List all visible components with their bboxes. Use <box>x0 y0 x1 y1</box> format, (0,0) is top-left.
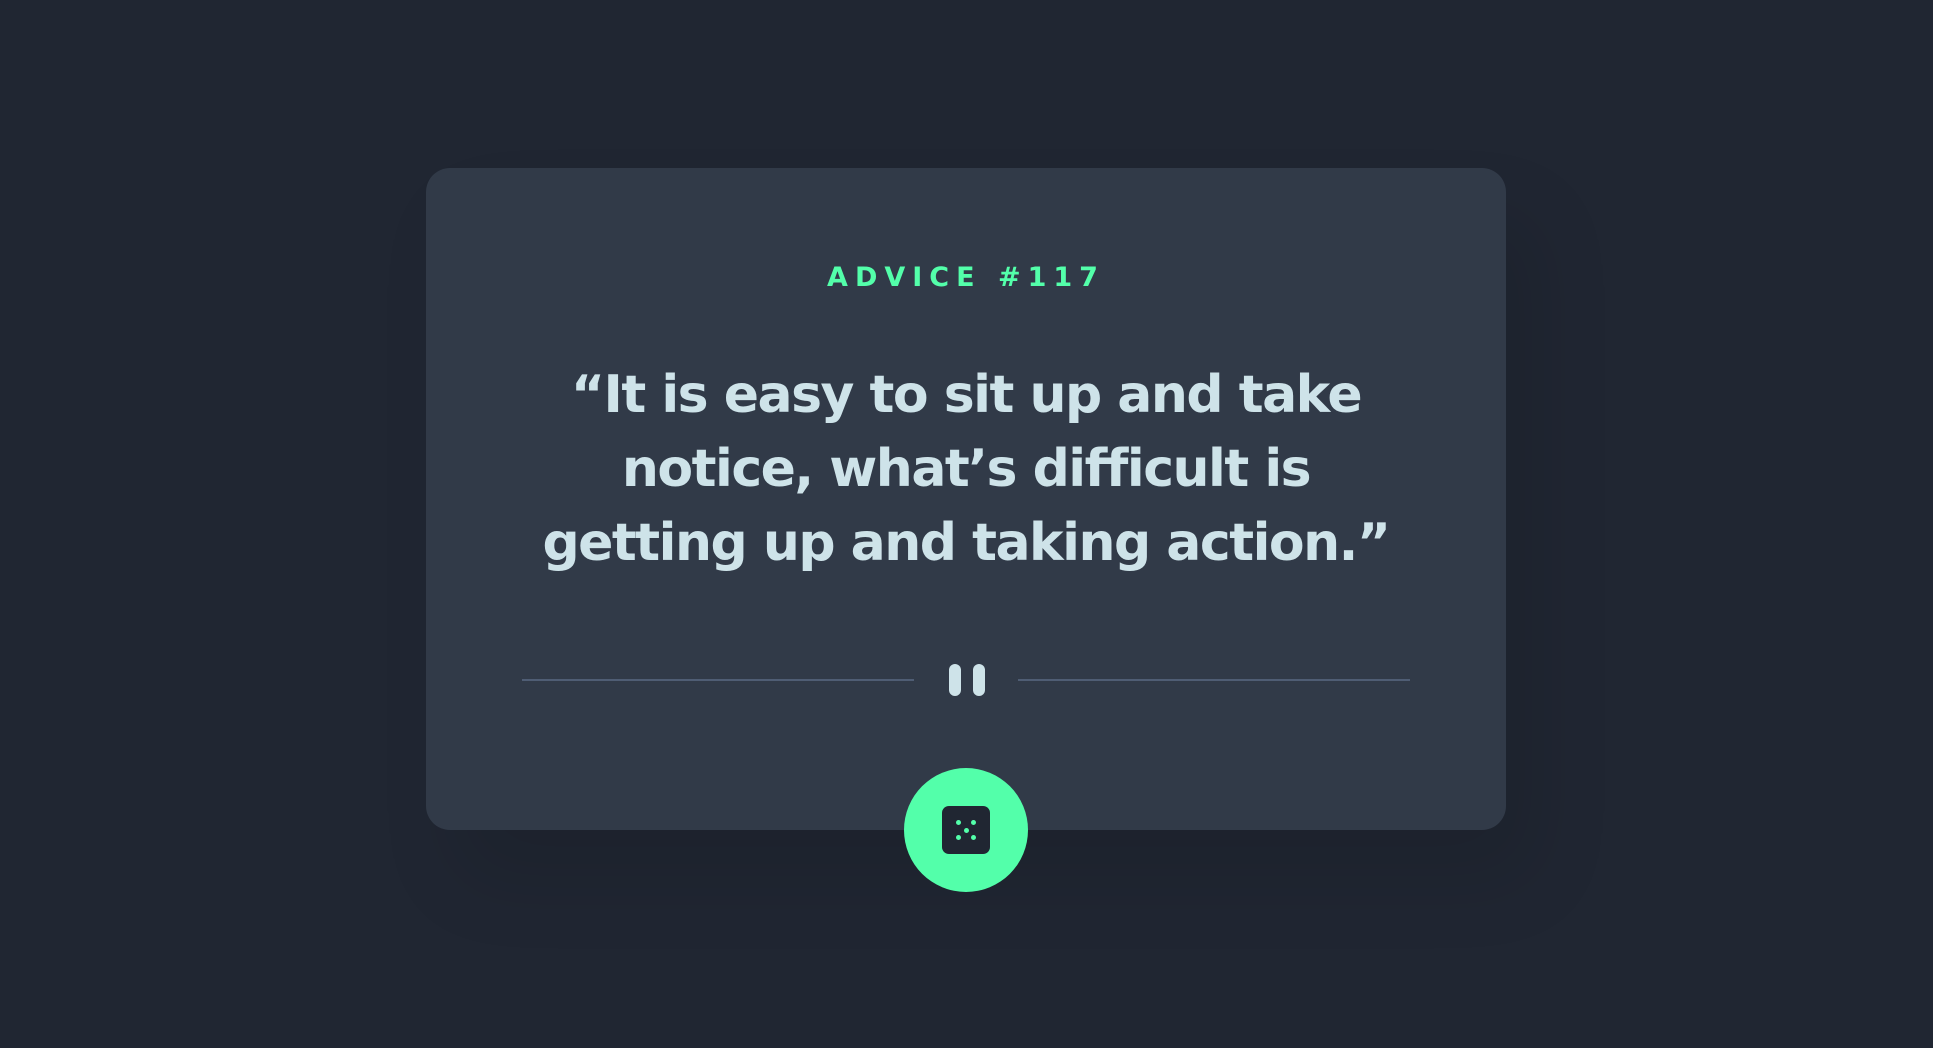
pattern-divider <box>522 658 1410 702</box>
pause-bar-right <box>973 664 985 696</box>
advice-id-label: ADVICE #117 <box>827 262 1105 293</box>
new-advice-button[interactable] <box>904 768 1028 892</box>
divider-line-right <box>1018 679 1410 681</box>
advice-quote: “It is easy to sit up and take notice, w… <box>542 365 1391 573</box>
dice-pip <box>956 835 961 840</box>
advice-card: ADVICE #117 “It is easy to sit up and ta… <box>426 168 1506 830</box>
dice-pip <box>971 835 976 840</box>
dice-pip <box>963 827 969 833</box>
dice-icon <box>942 806 990 854</box>
pause-bar-left <box>949 664 961 696</box>
pause-icon <box>946 662 988 698</box>
dice-pip <box>971 820 976 825</box>
dice-pip <box>956 820 961 825</box>
divider-line-left <box>522 679 914 681</box>
